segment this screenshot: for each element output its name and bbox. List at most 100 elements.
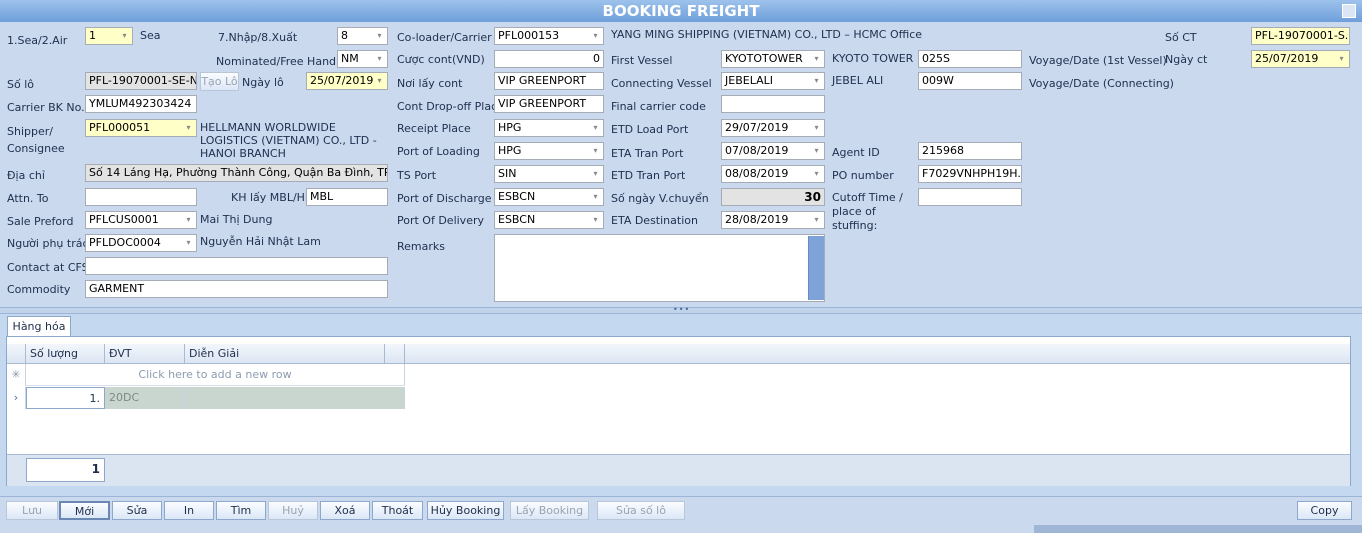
ngay-ct-date[interactable]: 25/07/2019 ▾ xyxy=(1251,50,1350,68)
chevron-down-icon[interactable]: ▾ xyxy=(588,28,603,44)
chevron-down-icon[interactable]: ▾ xyxy=(588,166,603,182)
loading-select[interactable]: HPG ▾ xyxy=(494,142,604,160)
remarks-textarea[interactable] xyxy=(494,234,825,302)
first-vessel-select[interactable]: KYOTOTOWER ▾ xyxy=(721,50,825,68)
delivery-label: Port Of Delivery xyxy=(397,214,484,227)
maximize-icon[interactable] xyxy=(1342,4,1356,18)
chevron-down-icon[interactable]: ▾ xyxy=(588,212,603,228)
solo-field[interactable]: PFL-19070001-SE-NM xyxy=(85,72,197,90)
table-row-unit[interactable]: 20DC xyxy=(105,387,185,409)
etd-load-date[interactable]: 29/07/2019 ▾ xyxy=(721,119,825,137)
header-dien-giai[interactable]: Diễn Giải xyxy=(185,344,385,364)
delivery-select[interactable]: ESBCN ▾ xyxy=(494,211,604,229)
chevron-down-icon[interactable]: ▾ xyxy=(588,143,603,159)
splitter[interactable]: ••• xyxy=(0,306,1362,314)
so-ngay-label: Số ngày V.chuyển xyxy=(611,192,709,205)
add-new-row[interactable]: Click here to add a new row xyxy=(26,364,405,386)
chevron-down-icon[interactable]: ▾ xyxy=(372,73,387,89)
noi-lay-label: Nơi lấy cont xyxy=(397,77,463,90)
moi-button[interactable]: Mới xyxy=(59,501,110,520)
chevron-down-icon[interactable]: ▾ xyxy=(181,212,196,228)
commodity-field[interactable]: GARMENT xyxy=(85,280,388,298)
kh-mbl-field[interactable]: MBL xyxy=(306,188,388,206)
table-row-desc[interactable] xyxy=(185,387,405,409)
chevron-down-icon[interactable]: ▾ xyxy=(809,73,824,89)
coloader-select[interactable]: PFL000153 ▾ xyxy=(494,27,604,45)
ts-select[interactable]: SIN ▾ xyxy=(494,165,604,183)
ngay-ct-label: Ngày ct xyxy=(1165,53,1208,66)
dropoff-field[interactable]: VIP GREENPORT xyxy=(494,95,604,113)
huy-button[interactable]: Huỷ xyxy=(268,501,318,520)
sua-button[interactable]: Sửa xyxy=(112,501,162,520)
chevron-down-icon[interactable]: ▾ xyxy=(809,143,824,159)
final-field[interactable] xyxy=(721,95,825,113)
row-indicator-icon: › xyxy=(7,387,26,409)
tim-button[interactable]: Tìm xyxy=(216,501,266,520)
discharge-label: Port of Discharge xyxy=(397,192,492,205)
chevron-down-icon[interactable]: ▾ xyxy=(372,51,387,67)
thoat-button[interactable]: Thoát xyxy=(372,501,423,520)
header-dvt[interactable]: ĐVT xyxy=(105,344,185,364)
sale-select[interactable]: PFLCUS0001 ▾ xyxy=(85,211,197,229)
booking-form: 1.Sea/2.Air 1 ▾ Sea Số lô PFL-19070001-SE… xyxy=(0,22,1362,306)
chevron-down-icon[interactable]: ▾ xyxy=(588,189,603,205)
cutoff-field[interactable] xyxy=(918,188,1022,206)
connecting-select[interactable]: JEBELALI ▾ xyxy=(721,72,825,90)
person-select[interactable]: PFLDOC0004 ▾ xyxy=(85,234,197,252)
chevron-down-icon[interactable]: ▾ xyxy=(181,120,196,136)
chevron-down-icon[interactable]: ▾ xyxy=(1334,51,1349,67)
lay-booking-button[interactable]: Lấy Booking xyxy=(510,501,589,520)
sea-air-select[interactable]: 1 ▾ xyxy=(85,27,133,45)
tab-hang-hoa[interactable]: Hàng hóa xyxy=(7,316,71,336)
shipper-select[interactable]: PFL000051 ▾ xyxy=(85,119,197,137)
eta-tran-date[interactable]: 07/08/2019 ▾ xyxy=(721,142,825,160)
jebel-voyage-field[interactable]: 009W xyxy=(918,72,1022,90)
so-ngay-field: 30 xyxy=(721,188,825,206)
contact-field[interactable] xyxy=(85,257,388,275)
eta-dest-date[interactable]: 28/08/2019 ▾ xyxy=(721,211,825,229)
po-label: PO number xyxy=(832,169,894,182)
chevron-down-icon[interactable]: ▾ xyxy=(809,166,824,182)
huy-booking-button[interactable]: Hủy Booking xyxy=(427,501,504,520)
chevron-down-icon[interactable]: ▾ xyxy=(809,120,824,136)
address-field[interactable]: Số 14 Láng Hạ, Phường Thành Công, Quận B… xyxy=(85,164,388,182)
ngay-lo-date[interactable]: 25/07/2019 ▾ xyxy=(306,72,388,90)
chevron-down-icon[interactable]: ▾ xyxy=(117,28,132,44)
chevron-down-icon[interactable]: ▾ xyxy=(809,212,824,228)
sale-name: Mai Thị Dung xyxy=(200,213,273,226)
so-ct-field[interactable]: PFL-19070001-S... xyxy=(1251,27,1350,45)
sua-so-lo-button[interactable]: Sửa số lô xyxy=(597,501,685,520)
in-button[interactable]: In xyxy=(164,501,214,520)
voyage2-label: Voyage/Date (Connecting) xyxy=(1029,77,1174,90)
ts-label: TS Port xyxy=(397,169,437,182)
import-export-select[interactable]: 8 ▾ xyxy=(337,27,388,45)
copy-button[interactable]: Copy xyxy=(1297,501,1352,520)
luu-button[interactable]: Lưu xyxy=(6,501,58,520)
tao-lo-button[interactable]: Tạo Lô xyxy=(200,72,239,91)
xoa-button[interactable]: Xoá xyxy=(320,501,370,520)
attn-field[interactable] xyxy=(85,188,197,206)
etd-tran-date[interactable]: 08/08/2019 ▾ xyxy=(721,165,825,183)
carrier-bk-field[interactable]: YMLUM492303424 xyxy=(85,95,197,113)
kyoto-voyage-field[interactable]: 025S xyxy=(918,50,1022,68)
grid-corner xyxy=(7,344,26,364)
sale-label: Sale Preford xyxy=(7,215,74,228)
nominated-select[interactable]: NM ▾ xyxy=(337,50,388,68)
new-row-icon: ✳ xyxy=(7,364,26,386)
chevron-down-icon[interactable]: ▾ xyxy=(809,51,824,67)
receipt-label: Receipt Place xyxy=(397,122,471,135)
shipper-name: HELLMANN WORLDWIDE LOGISTICS (VIETNAM) C… xyxy=(200,121,377,160)
noi-lay-field[interactable]: VIP GREENPORT xyxy=(494,72,604,90)
header-so-luong[interactable]: Số lượng xyxy=(26,344,105,364)
remarks-scrollbar[interactable] xyxy=(808,236,824,300)
agent-field[interactable]: 215968 xyxy=(918,142,1022,160)
chevron-down-icon[interactable]: ▾ xyxy=(588,120,603,136)
discharge-select[interactable]: ESBCN ▾ xyxy=(494,188,604,206)
cuoc-field[interactable]: 0 xyxy=(494,50,604,68)
receipt-select[interactable]: HPG ▾ xyxy=(494,119,604,137)
chevron-down-icon[interactable]: ▾ xyxy=(181,235,196,251)
chevron-down-icon[interactable]: ▾ xyxy=(372,28,387,44)
table-row-qty[interactable]: 1. xyxy=(26,387,105,409)
connecting-label: Connecting Vessel xyxy=(611,77,712,90)
po-field[interactable]: F7029VNHPH19H... xyxy=(918,165,1022,183)
